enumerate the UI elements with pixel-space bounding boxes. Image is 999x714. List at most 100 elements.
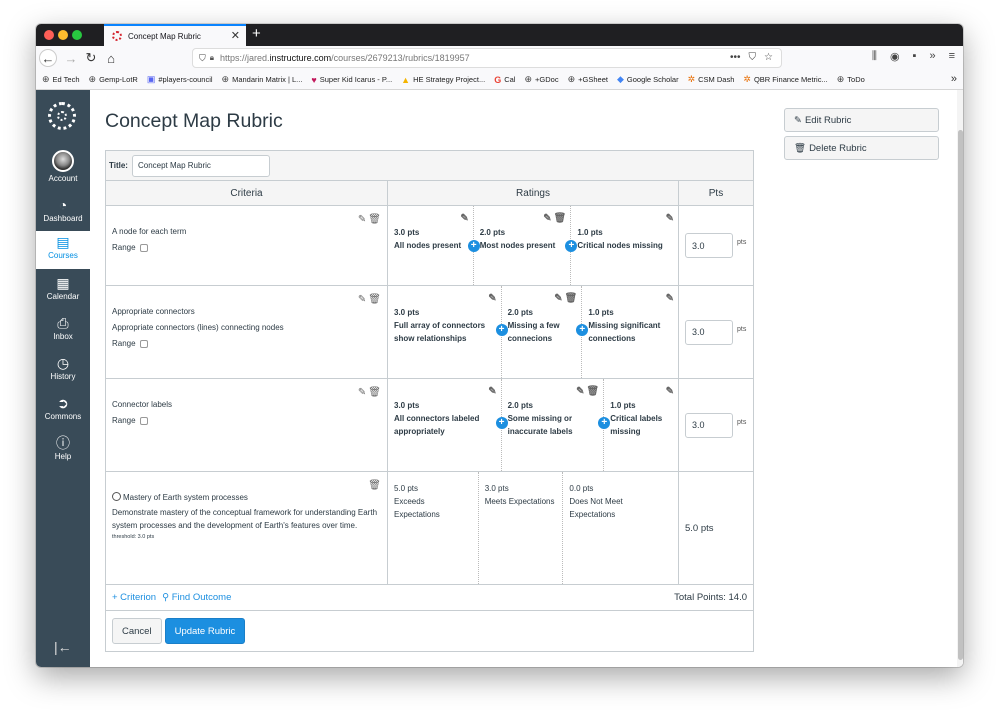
scrollbar-thumb[interactable] xyxy=(958,130,963,660)
outcome-row: 🗑︎ Mastery of Earth system processes Dem… xyxy=(106,472,753,585)
bookmark-item[interactable]: ⊕ Ed Tech xyxy=(42,74,80,85)
delete-rating-icon[interactable]: 🗑︎ xyxy=(587,385,600,398)
bookmark-item[interactable]: ✲ CSM Dash xyxy=(688,74,735,85)
rating-points: 3.0 pts xyxy=(394,228,420,237)
add-rating-icon[interactable]: + xyxy=(576,324,589,336)
add-rating-icon[interactable]: + xyxy=(495,417,508,429)
add-rating-icon[interactable]: + xyxy=(565,240,578,252)
rating[interactable]: + ✎ 🗑︎ 2.0 pts Most nodes present xyxy=(467,206,572,285)
range-checkbox[interactable] xyxy=(139,340,148,348)
rubric-title-input[interactable]: Concept Map Rubric xyxy=(131,154,270,177)
nav-courses[interactable]: ▤ Courses xyxy=(36,231,90,269)
bookmark-item[interactable]: ♥ Super Kid Icarus - P... xyxy=(311,75,392,85)
lock-icon[interactable]: 🔒︎ xyxy=(210,53,214,63)
rubric-editor: Title: Concept Map Rubric Criteria Ratin… xyxy=(105,150,754,652)
new-tab-icon[interactable]: + xyxy=(252,25,261,42)
edit-rating-icon[interactable]: ✎ xyxy=(488,292,496,305)
overflow-icon[interactable]: » xyxy=(929,50,935,63)
range-checkbox[interactable] xyxy=(139,244,148,252)
delete-criterion-icon[interactable]: 🗑︎ xyxy=(368,385,381,401)
delete-rubric-button[interactable]: 🗑︎ Delete Rubric xyxy=(784,136,939,160)
edit-criterion-icon[interactable]: ✎ xyxy=(358,212,366,228)
zoom-window-button[interactable] xyxy=(72,30,82,40)
add-criterion-link[interactable]: + Criterion xyxy=(112,592,156,603)
cancel-button[interactable]: Cancel xyxy=(112,618,162,644)
rating[interactable]: ✎ 3.0 pts All connectors labeled appropr… xyxy=(388,379,502,471)
collapse-nav-icon[interactable]: |← xyxy=(54,639,72,655)
browser-tab[interactable]: Concept Map Rubric ✕ xyxy=(104,24,246,46)
edit-rating-icon[interactable]: ✎ xyxy=(666,292,674,305)
bookmark-item[interactable]: ▲ HE Strategy Project... xyxy=(401,75,485,85)
bookmark-item[interactable]: ⊕ +GDoc xyxy=(524,74,558,85)
rating[interactable]: + ✎ 🗑︎ 2.0 pts Some missing or inaccurate… xyxy=(495,379,605,471)
bookmark-item[interactable]: G Cal xyxy=(494,75,515,85)
find-outcome-link[interactable]: ⚲ Find Outcome xyxy=(162,592,231,603)
rating[interactable]: ✎ 3.0 pts All nodes present xyxy=(388,206,474,285)
points-input[interactable]: 3.0 xyxy=(685,319,733,345)
points-input[interactable]: 3.0 xyxy=(685,233,733,258)
edit-rating-icon[interactable]: ✎ xyxy=(554,292,562,305)
update-rubric-button[interactable]: Update Rubric xyxy=(164,618,246,644)
add-rating-icon[interactable]: + xyxy=(467,240,480,252)
delete-rating-icon[interactable]: 🗑︎ xyxy=(554,212,567,225)
edit-rating-icon[interactable]: ✎ xyxy=(460,212,468,225)
extension-icon[interactable]: ▪ xyxy=(913,50,917,63)
edit-rating-icon[interactable]: ✎ xyxy=(488,385,496,398)
delete-criterion-icon[interactable]: 🗑︎ xyxy=(368,292,381,308)
bookmark-item[interactable]: ⊕ +GSheet xyxy=(568,74,608,85)
account-icon[interactable]: ◉ xyxy=(890,50,900,63)
nav-account[interactable]: Account xyxy=(36,148,90,188)
tracking-shield-icon[interactable]: ⛉ xyxy=(199,53,206,64)
bookmarks-overflow-icon[interactable]: » xyxy=(951,73,957,85)
nav-calendar[interactable]: ▦ Calendar xyxy=(36,272,90,312)
page-actions-icon[interactable]: ••• xyxy=(730,52,741,63)
edit-rubric-button[interactable]: ✎ Edit Rubric xyxy=(784,108,939,132)
nav-inbox[interactable]: ⎙ Inbox xyxy=(36,312,90,352)
bookmark-item[interactable]: ✲ QBR Finance Metric... xyxy=(743,74,827,85)
bookmark-item[interactable]: ⊕ Mandarin Matrix | L... xyxy=(222,74,303,85)
nav-dashboard[interactable]: ◔ Dashboard xyxy=(36,194,90,234)
library-icon[interactable]: ⫼ xyxy=(872,50,877,63)
close-window-button[interactable] xyxy=(44,30,54,40)
bookmark-item[interactable]: ⊕ Gemp-LotR xyxy=(89,74,138,85)
nav-commons[interactable]: ➲ Commons xyxy=(36,392,90,432)
points-cell: 3.0 pts xyxy=(679,286,753,378)
edit-rating-icon[interactable]: ✎ xyxy=(576,385,584,398)
outcome-points: 5.0 pts xyxy=(685,522,714,534)
reload-icon[interactable]: ↻ xyxy=(82,49,100,67)
pocket-icon[interactable]: ⛉ xyxy=(749,52,757,63)
canvas-logo-icon[interactable] xyxy=(48,102,76,130)
delete-criterion-icon[interactable]: 🗑︎ xyxy=(368,212,381,228)
add-rating-icon[interactable]: + xyxy=(495,324,508,336)
points-input[interactable]: 3.0 xyxy=(685,412,733,438)
rating[interactable]: + ✎ 1.0 pts Critical labels missing xyxy=(598,379,678,471)
back-icon[interactable]: ← xyxy=(39,49,57,67)
bookmark-item[interactable]: ▣ #players-council xyxy=(147,74,213,85)
delete-outcome-icon[interactable]: 🗑︎ xyxy=(368,478,381,494)
rating[interactable]: + ✎ 1.0 pts Missing significant connecti… xyxy=(576,286,678,378)
edit-criterion-icon[interactable]: ✎ xyxy=(358,292,366,308)
edit-rating-icon[interactable]: ✎ xyxy=(543,212,551,225)
tab-close-icon[interactable]: ✕ xyxy=(231,29,240,42)
edit-criterion-icon[interactable]: ✎ xyxy=(358,385,366,401)
home-icon[interactable]: ⌂ xyxy=(102,49,120,67)
rating[interactable]: ✎ 3.0 pts Full array of connectors show … xyxy=(388,286,502,378)
rating[interactable]: + ✎ 1.0 pts Critical nodes missing xyxy=(565,206,678,285)
edit-rating-icon[interactable]: ✎ xyxy=(666,385,674,398)
bookmark-item[interactable]: ◆ Google Scholar xyxy=(617,74,679,85)
minimize-window-button[interactable] xyxy=(58,30,68,40)
nav-help[interactable]: ⓘ Help xyxy=(36,432,90,472)
url-bar[interactable]: ⛉ 🔒︎ https://jared. instructure.com/cours… xyxy=(192,48,782,68)
forward-icon[interactable]: → xyxy=(62,49,80,67)
bookmark-item[interactable]: ⊕ ToDo xyxy=(837,74,865,85)
edit-rating-icon[interactable]: ✎ xyxy=(666,212,674,225)
nav-history[interactable]: ◷ History xyxy=(36,352,90,392)
range-checkbox[interactable] xyxy=(139,417,148,425)
bookmark-star-icon[interactable]: ☆ xyxy=(764,52,773,63)
menu-icon[interactable]: ≡ xyxy=(949,50,955,63)
page-scrollbar[interactable] xyxy=(957,90,963,667)
add-rating-icon[interactable]: + xyxy=(598,417,611,429)
rating[interactable]: + ✎ 🗑︎ 2.0 pts Missing a few connecions xyxy=(495,286,583,378)
delete-rating-icon[interactable]: 🗑︎ xyxy=(565,292,578,305)
url-path: /courses/2679213/rubrics/1819957 xyxy=(331,53,470,63)
